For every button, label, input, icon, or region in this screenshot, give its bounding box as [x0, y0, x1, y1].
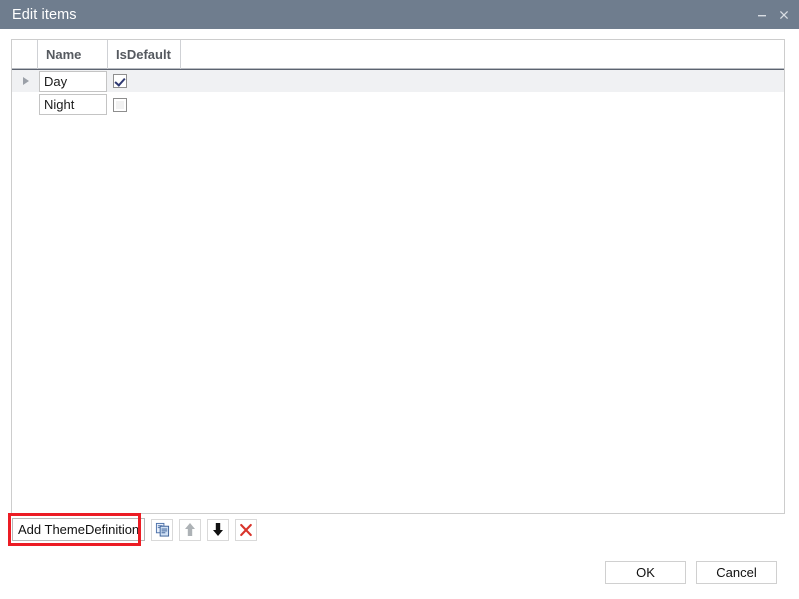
arrow-down-icon: [211, 522, 225, 537]
cancel-button[interactable]: Cancel: [696, 561, 777, 584]
isdefault-checkbox[interactable]: [113, 97, 127, 112]
items-grid[interactable]: Name IsDefault Day Night: [11, 39, 785, 514]
cell-isdefault[interactable]: [108, 70, 181, 92]
grid-toolbar: Add ThemeDefinition: [12, 518, 258, 541]
cell-filler: [181, 70, 784, 92]
close-button[interactable]: [773, 3, 795, 27]
minimize-button[interactable]: [751, 3, 773, 27]
name-value[interactable]: Night: [39, 94, 107, 115]
copy-icon: [155, 522, 170, 537]
column-header-filler: [181, 40, 784, 69]
table-row[interactable]: Day: [12, 69, 784, 93]
column-header-name[interactable]: Name: [38, 40, 108, 69]
move-up-button[interactable]: [179, 518, 202, 541]
cell-name[interactable]: Day: [38, 70, 108, 92]
column-header-isdefault[interactable]: IsDefault: [108, 40, 181, 69]
dialog-button-bar: OK Cancel: [605, 561, 777, 584]
move-down-button[interactable]: [207, 518, 230, 541]
add-themedefinition-button[interactable]: Add ThemeDefinition: [12, 518, 146, 541]
grid-header-row: Name IsDefault: [12, 40, 784, 69]
isdefault-checkbox[interactable]: [113, 74, 127, 88]
delete-x-icon: [239, 523, 253, 537]
isdefault-checkbox-wrap[interactable]: [108, 70, 127, 92]
window-controls: [751, 0, 795, 29]
arrow-up-icon: [183, 522, 197, 537]
copy-button[interactable]: [151, 518, 174, 541]
edit-items-dialog: Edit items Name IsDefault Day Night Add …: [0, 0, 799, 599]
ok-button[interactable]: OK: [605, 561, 686, 584]
row-indicator: [12, 93, 38, 116]
name-value[interactable]: Day: [39, 70, 107, 92]
column-header-indicator: [12, 40, 38, 69]
isdefault-checkbox-wrap[interactable]: [108, 93, 127, 116]
cell-isdefault[interactable]: [108, 93, 181, 116]
row-selector-arrow-icon: [23, 77, 29, 85]
title-bar: Edit items: [0, 0, 799, 29]
window-title: Edit items: [12, 6, 77, 23]
table-row[interactable]: Night: [12, 93, 784, 116]
cell-filler: [181, 93, 784, 116]
cell-name[interactable]: Night: [38, 93, 108, 116]
row-indicator: [12, 70, 38, 92]
delete-button[interactable]: [235, 518, 258, 541]
